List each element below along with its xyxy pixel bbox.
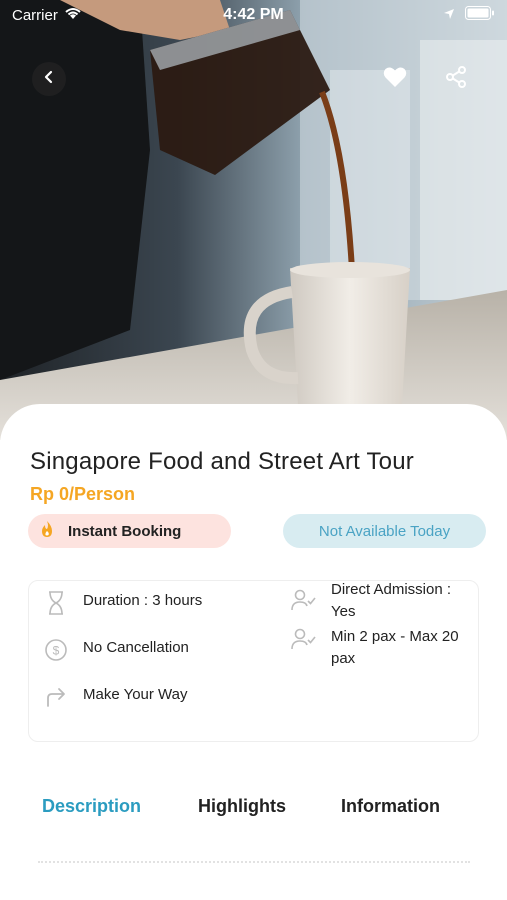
tab-highlights[interactable]: Highlights: [198, 796, 286, 817]
favorite-button[interactable]: [378, 62, 412, 96]
info-duration: Duration : 3 hours: [43, 590, 233, 616]
no-refund-icon: $: [43, 637, 69, 663]
tour-detail-card: Singapore Food and Street Art Tour Rp 0/…: [0, 404, 507, 900]
status-bar: Carrier 4:42 PM: [0, 0, 507, 30]
status-time: 4:42 PM: [223, 6, 284, 23]
divider: [38, 861, 470, 863]
availability-badge: Not Available Today: [283, 514, 486, 548]
flame-icon: [40, 520, 54, 542]
share-button[interactable]: [439, 62, 473, 96]
battery-icon: [465, 6, 495, 24]
forward-arrow-icon: [43, 684, 69, 710]
availability-label: Not Available Today: [318, 522, 451, 540]
info-getting-there: Make Your Way: [43, 684, 233, 710]
wifi-icon: [64, 7, 82, 24]
location-icon: [443, 7, 455, 24]
chevron-left-icon: [43, 70, 55, 89]
hero-image: [0, 0, 507, 440]
status-right: [345, 6, 495, 24]
info-admission: Direct Admission : Yes: [291, 579, 461, 623]
tour-title: Singapore Food and Street Art Tour: [30, 448, 414, 475]
instant-booking-label: Instant Booking: [68, 522, 182, 540]
back-button[interactable]: [32, 62, 66, 96]
share-icon: [444, 65, 468, 94]
svg-text:$: $: [53, 644, 60, 658]
pax-text: Min 2 pax - Max 20 pax: [331, 628, 459, 667]
tab-description[interactable]: Description: [42, 796, 141, 817]
hourglass-icon: [43, 590, 69, 616]
info-pax: Min 2 pax - Max 20 pax: [291, 626, 461, 670]
detail-tabs: Description Highlights Information: [0, 796, 507, 836]
user-check-icon: [291, 587, 317, 613]
status-left: Carrier: [12, 7, 162, 24]
duration-text: Duration : 3 hours: [83, 592, 203, 609]
tour-price: Rp 0/Person: [30, 484, 136, 504]
carrier-label: Carrier: [12, 6, 58, 24]
getting-there-text: Make Your Way: [83, 686, 188, 703]
heart-icon: [383, 66, 407, 93]
info-cancellation: $ No Cancellation: [43, 637, 233, 663]
admission-text: Direct Admission : Yes: [331, 581, 452, 620]
tab-information[interactable]: Information: [341, 796, 440, 817]
user-check-icon: [291, 626, 317, 652]
cancellation-text: No Cancellation: [83, 639, 189, 656]
tour-info-box: Duration : 3 hours $ No Cancellation Mak…: [28, 580, 479, 742]
instant-booking-badge: Instant Booking: [28, 514, 231, 548]
